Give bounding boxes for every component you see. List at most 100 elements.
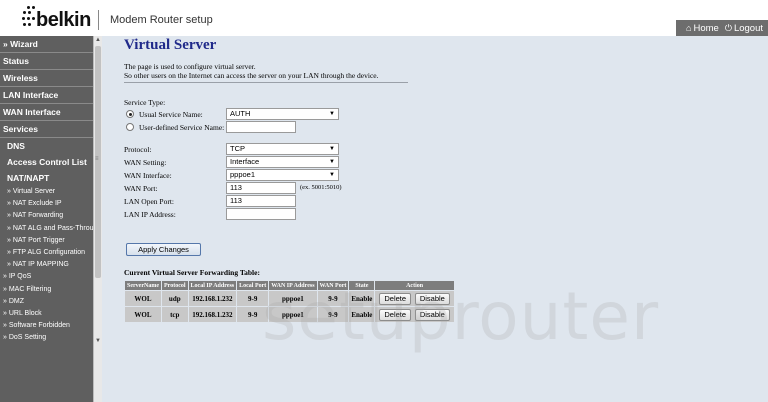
app-window: belkin Modem Router setup ⌂ Home ⏻ Logou…	[0, 0, 768, 402]
sidebar-item-virtual-server[interactable]: » Virtual Server	[0, 186, 93, 198]
col-wan-ip: WAN IP Address	[268, 280, 318, 291]
usual-service-radio[interactable]	[126, 110, 134, 118]
wan-setting-select[interactable]: Interface ▼	[226, 156, 339, 168]
sidebar-item-access-control-list[interactable]: Access Control List	[0, 154, 93, 170]
col-state: State	[348, 280, 376, 291]
scroll-up-icon[interactable]: ▲	[95, 37, 101, 43]
wan-setting-value: Interface	[230, 157, 260, 166]
table-row: WOL tcp 192.168.1.232 9-9 pppoe1 9-9 Ena…	[124, 306, 455, 323]
logout-link[interactable]: ⏻ Logout	[725, 23, 763, 34]
logout-label: Logout	[733, 22, 763, 34]
app-title: Modem Router setup	[110, 14, 213, 26]
sidebar-item-ftp-alg[interactable]: » FTP ALG Configuration	[0, 247, 93, 259]
sidebar-item-dos-setting[interactable]: » DoS Setting	[0, 332, 93, 344]
power-icon: ⏻	[724, 22, 732, 33]
wan-interface-select[interactable]: pppoe1 ▼	[226, 169, 339, 181]
wan-port-input[interactable]: 113	[226, 182, 296, 194]
cell-action: Delete Disable	[374, 306, 455, 323]
cell-local-ip: 192.168.1.232	[187, 290, 238, 307]
table-row: WOL udp 192.168.1.232 9-9 pppoe1 9-9 Ena…	[124, 290, 455, 307]
user-defined-input[interactable]	[226, 121, 296, 133]
cell-local-port: 9-9	[236, 290, 270, 307]
sidebar-item-dns[interactable]: DNS	[0, 138, 93, 154]
delete-button[interactable]: Delete	[379, 292, 412, 305]
user-defined-radio[interactable]	[126, 123, 134, 131]
col-protocol: Protocol	[160, 280, 189, 291]
protocol-select[interactable]: TCP ▼	[226, 143, 339, 155]
cell-action: Delete Disable	[374, 290, 455, 307]
divider	[124, 82, 408, 83]
protocol-value: TCP	[230, 144, 245, 153]
usual-service-select[interactable]: AUTH ▼	[226, 108, 339, 120]
apply-changes-button[interactable]: Apply Changes	[126, 243, 201, 256]
sidebar-item-nat-ip-mapping[interactable]: » NAT IP MAPPING	[0, 259, 93, 271]
sidebar-item-url-block[interactable]: » URL Block	[0, 308, 93, 320]
home-icon: ⌂	[686, 23, 692, 33]
top-nav: ⌂ Home ⏻ Logout	[676, 20, 768, 36]
cell-wan-ip: pppoe1	[268, 290, 318, 307]
sidebar-scrollbar[interactable]: ▲ ≡ ▼	[93, 36, 102, 402]
sidebar-item-wizard[interactable]: » Wizard	[0, 36, 93, 53]
cell-wan-port: 9-9	[316, 306, 350, 323]
sidebar-item-lan-interface[interactable]: LAN Interface	[0, 87, 93, 104]
sidebar-item-nat-port-trigger[interactable]: » NAT Port Trigger	[0, 235, 93, 247]
header: belkin Modem Router setup ⌂ Home ⏻ Logou…	[0, 0, 768, 36]
belkin-logo[interactable]: belkin	[22, 5, 102, 33]
table-header-row: ServerName Protocol Local IP Address Loc…	[124, 280, 455, 291]
table-title: Current Virtual Server Forwarding Table:	[124, 268, 260, 277]
scrollbar-thumb[interactable]	[95, 46, 101, 278]
sidebar: » Wizard Status Wireless LAN Interface W…	[0, 36, 102, 402]
sidebar-item-nat-forwarding[interactable]: » NAT Forwarding	[0, 210, 93, 222]
chevron-down-icon: ▼	[329, 172, 335, 178]
sidebar-item-ip-qos[interactable]: » IP QoS	[0, 271, 93, 283]
chevron-down-icon: ▼	[329, 146, 335, 152]
chevron-down-icon: ▼	[329, 111, 335, 117]
sidebar-item-wireless[interactable]: Wireless	[0, 70, 93, 87]
page-title: Virtual Server	[124, 37, 217, 53]
service-type-label: Service Type:	[124, 98, 166, 107]
main-content: Virtual Server The page is used to confi…	[114, 36, 764, 402]
disable-button[interactable]: Disable	[414, 308, 450, 321]
sidebar-item-mac-filtering[interactable]: » MAC Filtering	[0, 284, 93, 296]
delete-button[interactable]: Delete	[379, 308, 412, 321]
cell-state: Enable	[348, 290, 376, 307]
col-action: Action	[374, 280, 455, 291]
cell-wan-port: 9-9	[316, 290, 350, 307]
usual-service-value: AUTH	[230, 109, 251, 118]
cell-local-port: 9-9	[236, 306, 270, 323]
wan-interface-label: WAN Interface:	[124, 171, 172, 180]
description-line-1: The page is used to configure virtual se…	[124, 62, 256, 71]
cell-protocol: tcp	[160, 306, 189, 323]
lan-ip-input[interactable]	[226, 208, 296, 220]
sidebar-item-software-forbidden[interactable]: » Software Forbidden	[0, 320, 93, 332]
logo-dots-icon	[22, 5, 36, 29]
sidebar-item-status[interactable]: Status	[0, 53, 93, 70]
sidebar-item-nat-exclude-ip[interactable]: » NAT Exclude IP	[0, 198, 93, 210]
cell-local-ip: 192.168.1.232	[187, 306, 238, 323]
home-link[interactable]: ⌂ Home	[686, 23, 719, 34]
home-label: Home	[693, 22, 719, 34]
disable-button[interactable]: Disable	[414, 292, 450, 305]
cell-state: Enable	[348, 306, 376, 323]
sidebar-item-nat-alg[interactable]: » NAT ALG and Pass-Through	[0, 223, 93, 235]
sidebar-item-services[interactable]: Services	[0, 121, 93, 138]
lan-open-port-label: LAN Open Port:	[124, 197, 174, 206]
usual-service-label: Usual Service Name:	[139, 110, 203, 119]
cell-protocol: udp	[160, 290, 189, 307]
lan-ip-label: LAN IP Address:	[124, 210, 176, 219]
user-defined-label: User-defined Service Name:	[139, 123, 225, 132]
cell-server-name: WOL	[124, 290, 162, 307]
lan-open-port-input[interactable]: 113	[226, 195, 296, 207]
scroll-down-icon[interactable]: ▼	[95, 338, 101, 344]
wan-setting-label: WAN Setting:	[124, 158, 167, 167]
col-local-port: Local Port	[236, 280, 270, 291]
logo-divider	[98, 10, 99, 30]
description-line-2: So other users on the Internet can acces…	[124, 71, 379, 80]
sidebar-item-dmz[interactable]: » DMZ	[0, 296, 93, 308]
sidebar-item-wan-interface[interactable]: WAN Interface	[0, 104, 93, 121]
forwarding-table: ServerName Protocol Local IP Address Loc…	[124, 280, 455, 323]
sidebar-item-nat-napt[interactable]: NAT/NAPT	[0, 170, 93, 186]
brand-name: belkin	[36, 9, 91, 31]
page-description: The page is used to configure virtual se…	[124, 62, 379, 80]
wan-interface-value: pppoe1	[230, 170, 256, 179]
